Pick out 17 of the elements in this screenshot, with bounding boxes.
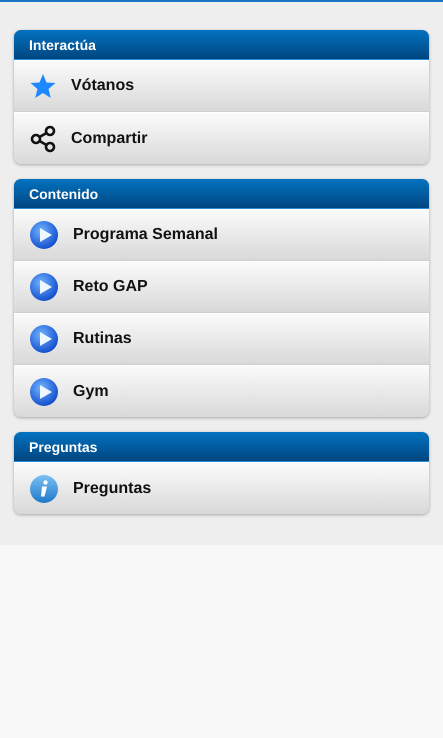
info-icon	[29, 474, 59, 504]
menu-item[interactable]: Gym	[14, 365, 429, 417]
section-header: Contenido	[14, 179, 429, 209]
menu-item[interactable]: Rutinas	[14, 313, 429, 365]
play-icon	[29, 272, 59, 302]
play-icon	[29, 220, 59, 250]
section-header: Interactúa	[14, 30, 429, 60]
play-icon	[29, 324, 59, 354]
menu-item[interactable]: Vótanos	[14, 60, 429, 112]
star-icon	[29, 72, 57, 100]
share-icon	[29, 124, 57, 152]
section-header: Preguntas	[14, 432, 429, 462]
play-icon	[29, 376, 59, 406]
menu-item[interactable]: Reto GAP	[14, 261, 429, 313]
menu-item[interactable]: Programa Semanal	[14, 209, 429, 261]
menu-item[interactable]: Compartir	[14, 112, 429, 164]
menu-item[interactable]: Preguntas	[14, 462, 429, 514]
